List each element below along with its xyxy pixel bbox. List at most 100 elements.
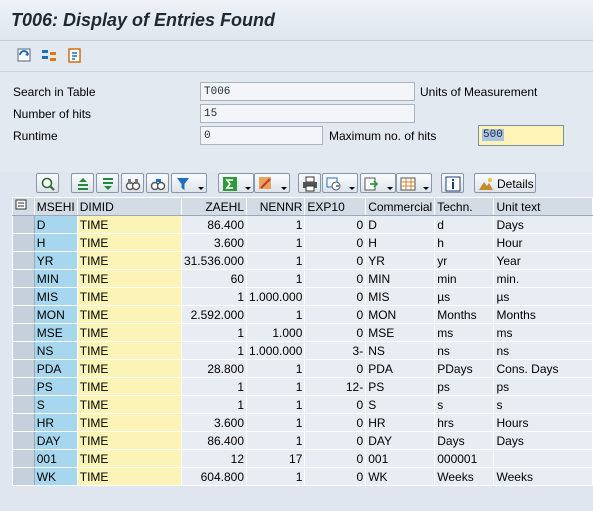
table-cell[interactable]: 1 bbox=[180, 323, 248, 342]
table-cell[interactable]: 1 bbox=[180, 341, 248, 360]
row-selector[interactable] bbox=[12, 251, 35, 270]
table-cell[interactable]: 1 bbox=[246, 305, 306, 324]
layout-button[interactable] bbox=[396, 173, 432, 193]
table-cell[interactable]: 31.536.000 bbox=[180, 251, 248, 270]
table-cell[interactable]: ns bbox=[434, 341, 495, 360]
table-cell[interactable]: 17 bbox=[246, 449, 306, 468]
table-cell[interactable]: Days bbox=[493, 215, 593, 234]
row-selector[interactable] bbox=[12, 269, 35, 288]
table-cell[interactable]: 1.000.000 bbox=[246, 287, 306, 306]
table-cell[interactable]: S bbox=[33, 395, 78, 414]
table-cell[interactable]: PS bbox=[365, 377, 436, 396]
find-next-button[interactable] bbox=[146, 173, 169, 193]
table-cell[interactable]: 0 bbox=[304, 269, 367, 288]
table-cell[interactable]: µs bbox=[493, 287, 593, 306]
table-cell[interactable]: Weeks bbox=[493, 467, 593, 486]
table-cell[interactable]: MON bbox=[365, 305, 436, 324]
table-cell[interactable]: PDA bbox=[33, 359, 78, 378]
table-cell[interactable]: TIME bbox=[76, 233, 182, 252]
table-row[interactable]: MSE TIME 1 1.000 0 MSE ms ms bbox=[12, 323, 593, 342]
table-cell[interactable]: 000001 bbox=[434, 449, 495, 468]
table-cell[interactable]: TIME bbox=[76, 449, 182, 468]
filter-button[interactable] bbox=[171, 173, 207, 193]
table-cell[interactable]: hrs bbox=[434, 413, 495, 432]
table-cell[interactable]: 1 bbox=[246, 431, 306, 450]
table-cell[interactable]: 0 bbox=[304, 233, 367, 252]
table-cell[interactable]: 3- bbox=[304, 341, 367, 360]
table-cell[interactable]: TIME bbox=[76, 395, 182, 414]
table-cell[interactable]: MIS bbox=[33, 287, 78, 306]
table-cell[interactable]: 0 bbox=[304, 467, 367, 486]
table-cell[interactable]: NS bbox=[33, 341, 78, 360]
table-cell[interactable]: s bbox=[434, 395, 495, 414]
table-cell[interactable]: TIME bbox=[76, 305, 182, 324]
table-cell[interactable]: 001 bbox=[365, 449, 436, 468]
table-cell[interactable]: min bbox=[434, 269, 495, 288]
details-button[interactable]: Details bbox=[474, 173, 536, 193]
table-cell[interactable]: DAY bbox=[33, 431, 78, 450]
row-selector[interactable] bbox=[12, 305, 35, 324]
row-selector[interactable] bbox=[12, 431, 35, 450]
details-find-button[interactable] bbox=[36, 173, 59, 193]
table-cell[interactable]: Cons. Days bbox=[493, 359, 593, 378]
table-cell[interactable]: 0 bbox=[304, 305, 367, 324]
table-cell[interactable]: YR bbox=[365, 251, 436, 270]
table-cell[interactable]: 0 bbox=[304, 431, 367, 450]
table-cell[interactable]: 0 bbox=[304, 395, 367, 414]
table-cell[interactable]: MIN bbox=[365, 269, 436, 288]
table-cell[interactable]: 1 bbox=[246, 377, 306, 396]
table-cell[interactable]: 12- bbox=[304, 377, 367, 396]
column-header[interactable]: Unit text bbox=[493, 197, 593, 216]
total-button[interactable] bbox=[218, 173, 254, 193]
table-cell[interactable]: PS bbox=[33, 377, 78, 396]
table-cell[interactable]: 60 bbox=[180, 269, 248, 288]
table-cell[interactable]: ps bbox=[493, 377, 593, 396]
runtime-field[interactable]: 0 bbox=[200, 126, 323, 145]
table-cell[interactable]: MSE bbox=[365, 323, 436, 342]
column-header[interactable]: ZAEHL bbox=[180, 197, 248, 216]
export-button[interactable] bbox=[360, 173, 396, 193]
table-cell[interactable]: TIME bbox=[76, 269, 182, 288]
row-selector[interactable] bbox=[12, 377, 35, 396]
table-cell[interactable]: PDA bbox=[365, 359, 436, 378]
row-selector[interactable] bbox=[12, 467, 35, 486]
table-cell[interactable]: 1 bbox=[180, 395, 248, 414]
table-cell[interactable]: 001 bbox=[33, 449, 78, 468]
column-header[interactable]: DIMID bbox=[76, 197, 182, 216]
table-cell[interactable]: 28.800 bbox=[180, 359, 248, 378]
table-row[interactable]: MIS TIME 1 1.000.000 0 MIS µs µs bbox=[12, 287, 593, 306]
table-row[interactable]: MIN TIME 60 1 0 MIN min min. bbox=[12, 269, 593, 288]
table-cell[interactable]: H bbox=[33, 233, 78, 252]
column-header[interactable]: Commercial bbox=[365, 197, 436, 216]
settings-icon[interactable] bbox=[41, 47, 58, 64]
table-cell[interactable]: TIME bbox=[76, 323, 182, 342]
information-button[interactable] bbox=[441, 173, 464, 193]
table-row[interactable]: NS TIME 1 1.000.000 3- NS ns ns bbox=[12, 341, 593, 360]
find-button[interactable] bbox=[121, 173, 144, 193]
row-selector[interactable] bbox=[12, 287, 35, 306]
table-row[interactable]: MON TIME 2.592.000 1 0 MON Months Months bbox=[12, 305, 593, 324]
table-cell[interactable]: 86.400 bbox=[180, 215, 248, 234]
table-cell[interactable]: 1 bbox=[246, 359, 306, 378]
table-cell[interactable]: MSE bbox=[33, 323, 78, 342]
table-cell[interactable]: MIS bbox=[365, 287, 436, 306]
table-cell[interactable]: Months bbox=[434, 305, 495, 324]
table-cell[interactable]: Year bbox=[493, 251, 593, 270]
row-selector[interactable] bbox=[12, 395, 35, 414]
table-cell[interactable]: 1 bbox=[246, 233, 306, 252]
column-header[interactable]: MSEHI bbox=[33, 197, 78, 216]
table-cell[interactable]: TIME bbox=[76, 287, 182, 306]
print-button[interactable] bbox=[298, 173, 321, 193]
table-cell[interactable]: TIME bbox=[76, 341, 182, 360]
table-cell[interactable]: TIME bbox=[76, 413, 182, 432]
table-cell[interactable]: WK bbox=[33, 467, 78, 486]
table-cell[interactable]: MON bbox=[33, 305, 78, 324]
table-cell[interactable]: h bbox=[434, 233, 495, 252]
table-cell[interactable]: ps bbox=[434, 377, 495, 396]
table-cell[interactable]: 2.592.000 bbox=[180, 305, 248, 324]
table-cell[interactable]: 1 bbox=[246, 251, 306, 270]
table-cell[interactable]: 0 bbox=[304, 359, 367, 378]
table-cell[interactable] bbox=[493, 449, 593, 468]
table-cell[interactable]: 1 bbox=[246, 269, 306, 288]
table-cell[interactable]: min. bbox=[493, 269, 593, 288]
